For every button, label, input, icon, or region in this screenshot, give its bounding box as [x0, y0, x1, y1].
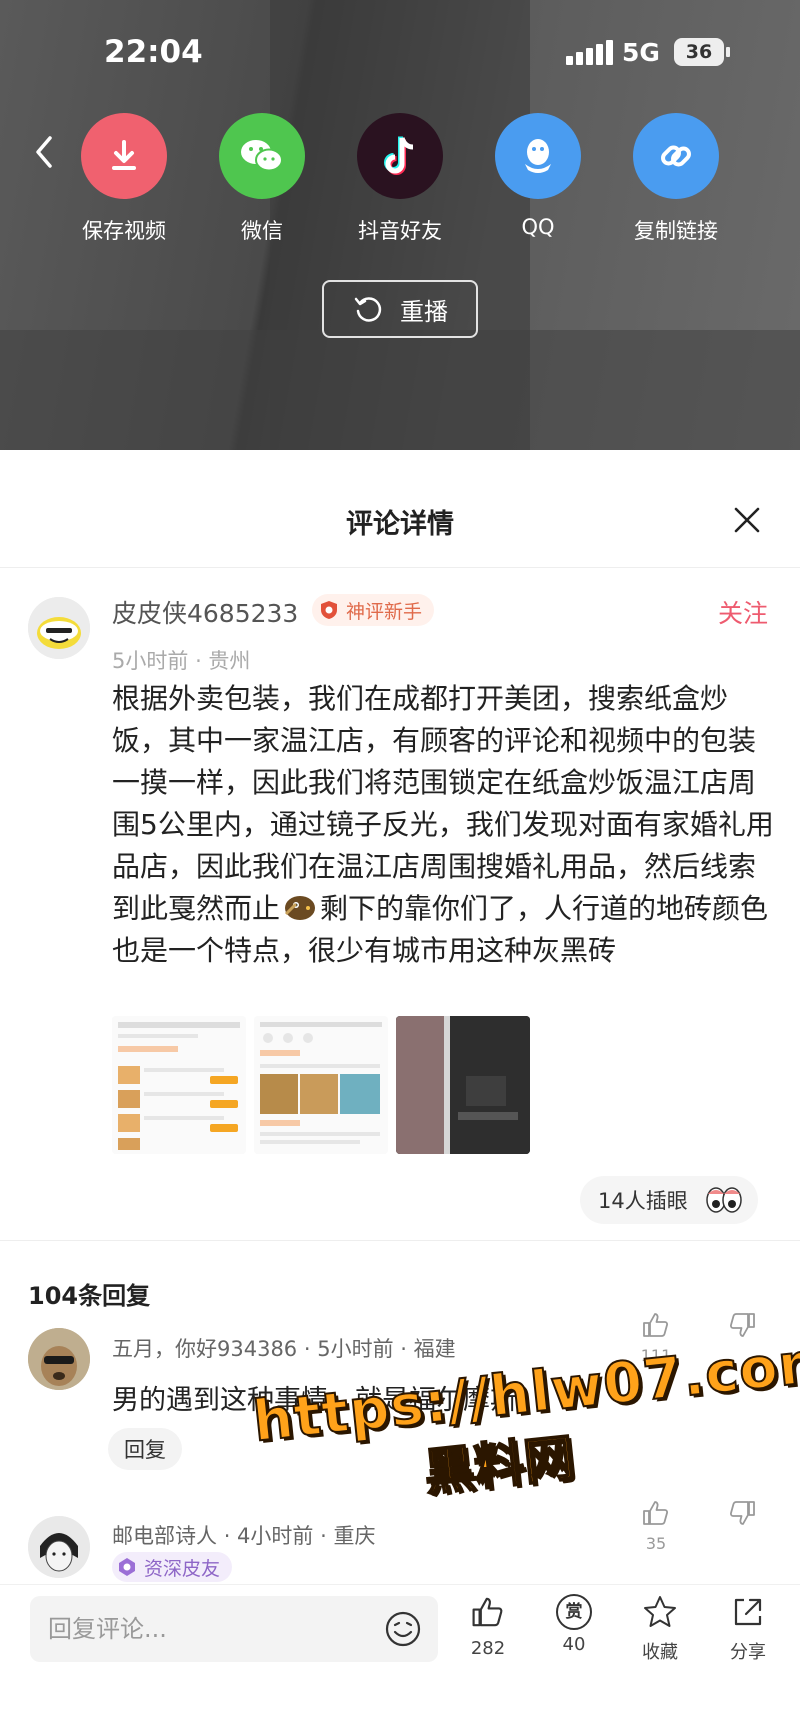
link-icon	[633, 113, 719, 199]
comment-meta: 5小时前 · 贵州	[112, 645, 250, 675]
reply-time: 5小时前	[317, 1337, 394, 1361]
comment-location: 贵州	[208, 649, 251, 673]
replay-label: 重播	[400, 297, 448, 326]
network-type: 5G	[622, 38, 660, 67]
close-icon[interactable]	[732, 505, 762, 535]
share-icon	[734, 1598, 762, 1626]
share-qq-button[interactable]: QQ	[478, 113, 598, 239]
thumbs-up-icon	[472, 1597, 503, 1627]
user-badge: 资深皮友	[112, 1552, 233, 1582]
emoji-icon[interactable]	[384, 1610, 422, 1648]
like-button[interactable]: 35	[636, 1498, 676, 1553]
insert-eye-button[interactable]: 14人插眼	[580, 1176, 758, 1224]
reply-username[interactable]: 五月，你好934386	[112, 1337, 297, 1361]
meta-separator: ·	[320, 1524, 334, 1548]
comment-images	[112, 1016, 530, 1154]
share-wechat-button[interactable]: 微信	[202, 113, 322, 245]
meta-separator: ·	[400, 1337, 414, 1361]
like-count: 282	[470, 1638, 506, 1659]
comment-username[interactable]: 皮皮侠4685233	[112, 594, 298, 630]
video-background-floor	[0, 330, 800, 450]
reply-comment-input[interactable]: 回复评论...	[30, 1596, 438, 1662]
badge-label: 资深皮友	[144, 1557, 221, 1580]
comment-image-thumbnail[interactable]	[396, 1016, 530, 1154]
share-label: 分享	[730, 1642, 766, 1663]
avatar[interactable]	[28, 597, 90, 659]
badge-emblem-icon	[119, 1558, 135, 1576]
meta-separator: ·	[223, 1524, 238, 1548]
battery-icon: 36	[674, 38, 730, 66]
comment-text-part: 根据外卖包装，我们在成都打开美团，搜索纸盒炒饭，其中一家温江店，有顾客的评论和视…	[112, 682, 774, 925]
thumbs-down-icon	[729, 1313, 755, 1337]
thumbs-down-icon	[729, 1501, 755, 1525]
reply-meta: 五月，你好934386 · 5小时前 · 福建	[112, 1333, 456, 1363]
share-douyin-friend-button[interactable]: 抖音好友	[340, 113, 460, 245]
reply-location: 重庆	[333, 1524, 376, 1548]
insert-eye-label: 14人插眼	[598, 1189, 688, 1213]
status-bar: 22:04 5G 36	[0, 0, 800, 110]
star-icon	[644, 1596, 676, 1627]
thumbs-up-icon	[643, 1501, 669, 1525]
save-video-button[interactable]: 保存视频	[64, 113, 184, 245]
badge-label: 神评新手	[346, 600, 423, 623]
replay-icon	[354, 297, 382, 322]
sheet-title: 评论详情	[346, 509, 454, 540]
download-icon	[81, 113, 167, 199]
back-icon[interactable]	[30, 132, 60, 172]
comment-time: 5小时前	[112, 649, 189, 673]
shield-icon	[321, 601, 337, 619]
comment-image-thumbnail[interactable]	[112, 1016, 246, 1154]
copy-link-button[interactable]: 复制链接	[616, 113, 736, 245]
meta-separator: ·	[303, 1337, 318, 1361]
like-count: 35	[645, 1534, 667, 1553]
status-time: 22:04	[104, 34, 203, 70]
divider	[0, 1240, 800, 1241]
reply-location: 福建	[413, 1337, 456, 1361]
dislike-button[interactable]	[722, 1498, 762, 1532]
reward-button[interactable]: 赏 40	[544, 1594, 604, 1655]
comment-text: 根据外卖包装，我们在成都打开美团，搜索纸盒炒饭，其中一家温江店，有顾客的评论和视…	[112, 678, 782, 972]
user-badge: 神评新手	[312, 594, 435, 626]
reply-username[interactable]: 邮电部诗人	[112, 1524, 217, 1548]
douyin-icon	[357, 113, 443, 199]
follow-button[interactable]: 关注	[718, 594, 768, 630]
thumbs-up-icon	[643, 1313, 669, 1337]
share-button[interactable]: 分享	[718, 1594, 778, 1664]
avatar[interactable]	[28, 1328, 90, 1390]
share-label: 微信	[241, 219, 283, 243]
like-comment-button[interactable]: 282	[458, 1594, 518, 1659]
share-label: 抖音好友	[358, 219, 442, 243]
reward-count: 40	[562, 1634, 586, 1655]
share-label: QQ	[521, 215, 555, 239]
eyes-emoji-icon	[705, 1187, 742, 1213]
comment-image-thumbnail[interactable]	[254, 1016, 388, 1154]
signal-icon	[566, 40, 613, 65]
comment-sheet-header: 评论详情	[0, 450, 800, 568]
watermark: https://hlw07.com 黑料网	[249, 1328, 800, 1523]
avatar[interactable]	[28, 1516, 90, 1578]
thinking-emoji-icon	[282, 890, 318, 922]
reply-time: 4小时前	[237, 1524, 314, 1548]
qq-icon	[495, 113, 581, 199]
reply-count: 104条回复	[28, 1282, 151, 1310]
share-label: 保存视频	[82, 219, 166, 243]
favorite-button[interactable]: 收藏	[630, 1594, 690, 1664]
reply-button[interactable]: 回复	[108, 1428, 182, 1470]
share-label: 复制链接	[634, 219, 718, 243]
wechat-icon	[219, 113, 305, 199]
reward-icon: 赏	[556, 1594, 592, 1630]
replay-button[interactable]: 重播	[322, 280, 478, 338]
favorite-label: 收藏	[642, 1642, 678, 1663]
meta-separator: ·	[195, 649, 209, 673]
reply-meta: 邮电部诗人 · 4小时前 · 重庆	[112, 1520, 375, 1550]
